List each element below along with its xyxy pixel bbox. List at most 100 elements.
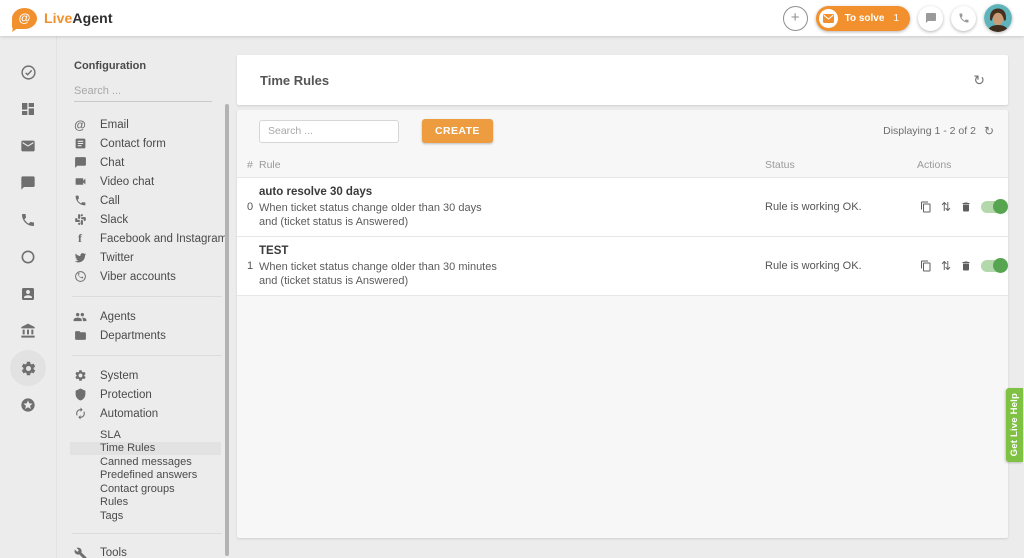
search-input[interactable]	[259, 120, 399, 143]
logo-bubble-icon: @	[12, 8, 37, 29]
configuration-sidebar: Configuration @ Email Contact form Chat …	[57, 36, 235, 558]
chat-icon[interactable]	[10, 165, 46, 201]
dashboard-icon[interactable]	[10, 91, 46, 127]
copy-icon[interactable]	[920, 201, 932, 213]
sidebar-item-contact-groups[interactable]: Contact groups	[70, 482, 221, 496]
sidebar-scrollbar[interactable]	[225, 104, 229, 556]
chat-icon	[72, 156, 88, 169]
trash-icon[interactable]	[960, 201, 972, 213]
logo-text: LiveAgent	[44, 10, 113, 26]
bank-icon[interactable]	[10, 313, 46, 349]
refresh-icon[interactable]: ↻	[984, 125, 994, 137]
rule-status: Rule is working OK.	[765, 201, 917, 213]
sidebar-item-system[interactable]: System	[57, 366, 235, 385]
gear-icon[interactable]	[10, 350, 46, 386]
sidebar-item-viber[interactable]: Viber accounts	[57, 267, 235, 286]
sidebar-item-canned-messages[interactable]: Canned messages	[70, 455, 221, 469]
displaying-count: Displaying 1 - 2 of 2	[883, 125, 976, 137]
ring-icon[interactable]	[10, 239, 46, 275]
sidebar-item-departments[interactable]: Departments	[57, 326, 235, 345]
mail-icon[interactable]	[10, 128, 46, 164]
check-circle-icon[interactable]	[10, 54, 46, 90]
people-icon	[72, 310, 88, 324]
at-icon: @	[72, 118, 88, 132]
table-row[interactable]: 0 auto resolve 30 days When ticket statu…	[237, 177, 1008, 236]
star-circle-icon[interactable]	[10, 387, 46, 423]
phone-icon	[958, 12, 970, 24]
sidebar-item-automation[interactable]: Automation	[57, 404, 235, 423]
messages-button[interactable]	[918, 6, 943, 31]
divider	[72, 296, 222, 297]
sidebar-item-time-rules[interactable]: Time Rules	[70, 442, 221, 456]
contact-card-icon[interactable]	[10, 276, 46, 312]
sidebar-item-protection[interactable]: Protection	[57, 385, 235, 404]
rule-condition-line2: and (ticket status is Answered)	[259, 215, 765, 229]
icon-rail	[0, 36, 57, 558]
toggle-knob	[993, 258, 1008, 273]
sidebar-item-predefined-answers[interactable]: Predefined answers	[70, 469, 221, 483]
col-actions: Actions	[917, 159, 994, 171]
rule-title: auto resolve 30 days	[259, 185, 765, 199]
add-button[interactable]: +	[783, 6, 808, 31]
col-rule: Rule	[259, 159, 765, 171]
reorder-icon[interactable]: ⇅	[941, 260, 951, 272]
toolbar: CREATE Displaying 1 - 2 of 2 ↻	[237, 110, 1008, 152]
viber-icon	[72, 270, 88, 283]
slack-icon	[72, 213, 88, 226]
divider	[72, 355, 222, 356]
sidebar-item-facebook-instagram[interactable]: f Facebook and Instagram	[57, 229, 235, 248]
chat-bubble-icon	[925, 12, 937, 24]
sidebar-search-input[interactable]	[74, 81, 212, 102]
sidebar-item-slack[interactable]: Slack	[57, 210, 235, 229]
envelope-icon	[819, 9, 838, 28]
sidebar-item-rules[interactable]: Rules	[70, 496, 221, 510]
sidebar-heading: Configuration	[57, 36, 235, 72]
sidebar-item-email[interactable]: @ Email	[57, 115, 235, 134]
gear-icon	[72, 369, 88, 382]
to-solve-count: 1	[893, 13, 899, 24]
enable-toggle[interactable]	[981, 201, 1007, 213]
enable-toggle[interactable]	[981, 260, 1007, 272]
calls-button[interactable]	[951, 6, 976, 31]
sidebar-item-video-chat[interactable]: Video chat	[57, 172, 235, 191]
get-live-help-button[interactable]: Get Live Help	[1006, 388, 1023, 462]
to-solve-label: To solve	[845, 13, 885, 24]
sidebar-item-agents[interactable]: Agents	[57, 307, 235, 326]
folder-icon	[72, 329, 88, 342]
plus-icon: +	[791, 10, 800, 25]
copy-icon[interactable]	[920, 260, 932, 272]
sidebar-item-tags[interactable]: Tags	[70, 509, 221, 523]
facebook-icon: f	[72, 231, 88, 246]
col-num: #	[247, 159, 259, 171]
twitter-icon	[72, 251, 88, 264]
time-rules-panel: CREATE Displaying 1 - 2 of 2 ↻ # Rule St…	[237, 110, 1008, 538]
sidebar-item-contact-form[interactable]: Contact form	[57, 134, 235, 153]
toggle-knob	[993, 199, 1008, 214]
sidebar-item-tools[interactable]: Tools	[57, 544, 235, 558]
trash-icon[interactable]	[960, 260, 972, 272]
to-solve-button[interactable]: To solve 1	[816, 6, 910, 31]
sidebar-item-twitter[interactable]: Twitter	[57, 248, 235, 267]
table-row[interactable]: 1 TEST When ticket status change older t…	[237, 236, 1008, 296]
table-header: # Rule Status Actions	[237, 152, 1008, 177]
create-button[interactable]: CREATE	[422, 119, 493, 143]
divider	[72, 533, 222, 534]
video-chat-icon	[72, 175, 88, 188]
sidebar-item-sla[interactable]: SLA	[70, 428, 221, 442]
page-title: Time Rules	[260, 73, 329, 88]
reorder-icon[interactable]: ⇅	[941, 201, 951, 213]
call-icon	[72, 194, 88, 207]
liveagent-logo[interactable]: @ LiveAgent	[12, 8, 113, 29]
topbar: @ LiveAgent + To solve 1	[0, 0, 1024, 36]
refresh-icon[interactable]: ↻	[973, 73, 985, 87]
phone-icon[interactable]	[10, 202, 46, 238]
user-avatar[interactable]	[984, 4, 1012, 32]
sidebar-item-call[interactable]: Call	[57, 191, 235, 210]
rule-condition-line1: When ticket status change older than 30 …	[259, 201, 765, 215]
col-status: Status	[765, 159, 917, 171]
get-live-help-label: Get Live Help	[1009, 393, 1020, 456]
rule-condition-line2: and (ticket status is Answered)	[259, 274, 765, 288]
rule-title: TEST	[259, 244, 765, 258]
sidebar-item-chat[interactable]: Chat	[57, 153, 235, 172]
row-index: 0	[247, 201, 259, 213]
